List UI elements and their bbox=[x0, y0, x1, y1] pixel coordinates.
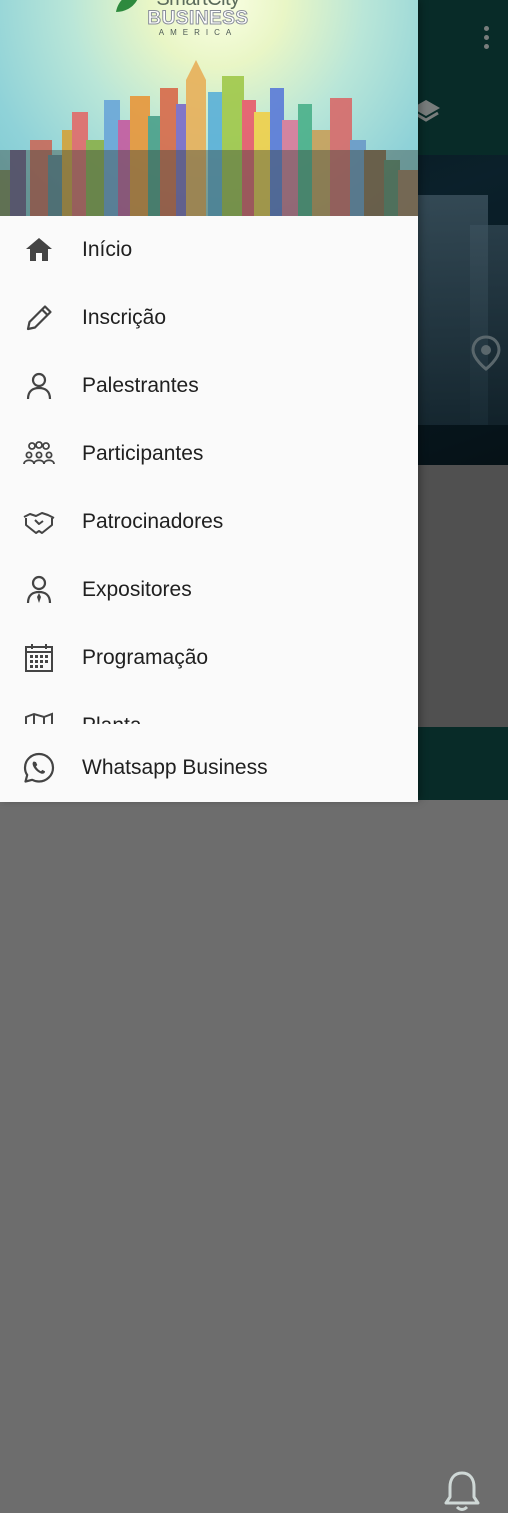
calendar-icon bbox=[22, 641, 56, 675]
pencil-icon bbox=[22, 301, 56, 335]
navigation-drawer: SmartCity BUSINESS AMERICA Início Inscri… bbox=[0, 0, 418, 802]
menu-item-expositores[interactable]: Expositores bbox=[0, 556, 418, 624]
home-icon bbox=[22, 233, 56, 267]
event-logo: SmartCity BUSINESS AMERICA bbox=[116, 0, 278, 38]
menu-item-label: Programação bbox=[82, 646, 209, 669]
menu-item-inicio[interactable]: Início bbox=[0, 216, 418, 284]
menu-item-label: Expositores bbox=[82, 578, 192, 601]
map-icon bbox=[22, 709, 56, 724]
logo-text-business: BUSINESS bbox=[147, 8, 249, 29]
menu-item-label: Início bbox=[82, 238, 133, 261]
menu-item-label: Participantes bbox=[82, 442, 204, 465]
menu-item-label: Whatsapp Business bbox=[82, 756, 268, 779]
menu-item-label: Inscrição bbox=[82, 306, 167, 329]
whatsapp-icon bbox=[22, 751, 56, 785]
menu-item-label: Patrocinadores bbox=[82, 510, 224, 533]
header-overlay-band bbox=[0, 150, 418, 216]
menu-item-planta[interactable]: Planta bbox=[0, 692, 418, 724]
menu-item-patrocinadores[interactable]: Patrocinadores bbox=[0, 488, 418, 556]
menu-item-label: Planta bbox=[82, 714, 142, 724]
person-tie-icon bbox=[22, 573, 56, 607]
menu-item-participantes[interactable]: Participantes bbox=[0, 420, 418, 488]
menu-item-palestrantes[interactable]: Palestrantes bbox=[0, 352, 418, 420]
menu-item-label: Palestrantes bbox=[82, 374, 199, 397]
handshake-icon bbox=[22, 505, 56, 539]
drawer-header: SmartCity BUSINESS AMERICA bbox=[0, 0, 418, 216]
menu-item-inscricao[interactable]: Inscrição bbox=[0, 284, 418, 352]
person-icon bbox=[22, 369, 56, 403]
drawer-menu-list: Início Inscrição Palestrantes Participan… bbox=[0, 216, 418, 724]
leaf-icon bbox=[116, 0, 138, 12]
logo-text-america: AMERICA bbox=[158, 28, 238, 37]
menu-item-programacao[interactable]: Programação bbox=[0, 624, 418, 692]
menu-item-whatsapp-business[interactable]: Whatsapp Business bbox=[0, 734, 418, 802]
bell-icon[interactable] bbox=[442, 1469, 482, 1513]
group-icon bbox=[22, 437, 56, 471]
